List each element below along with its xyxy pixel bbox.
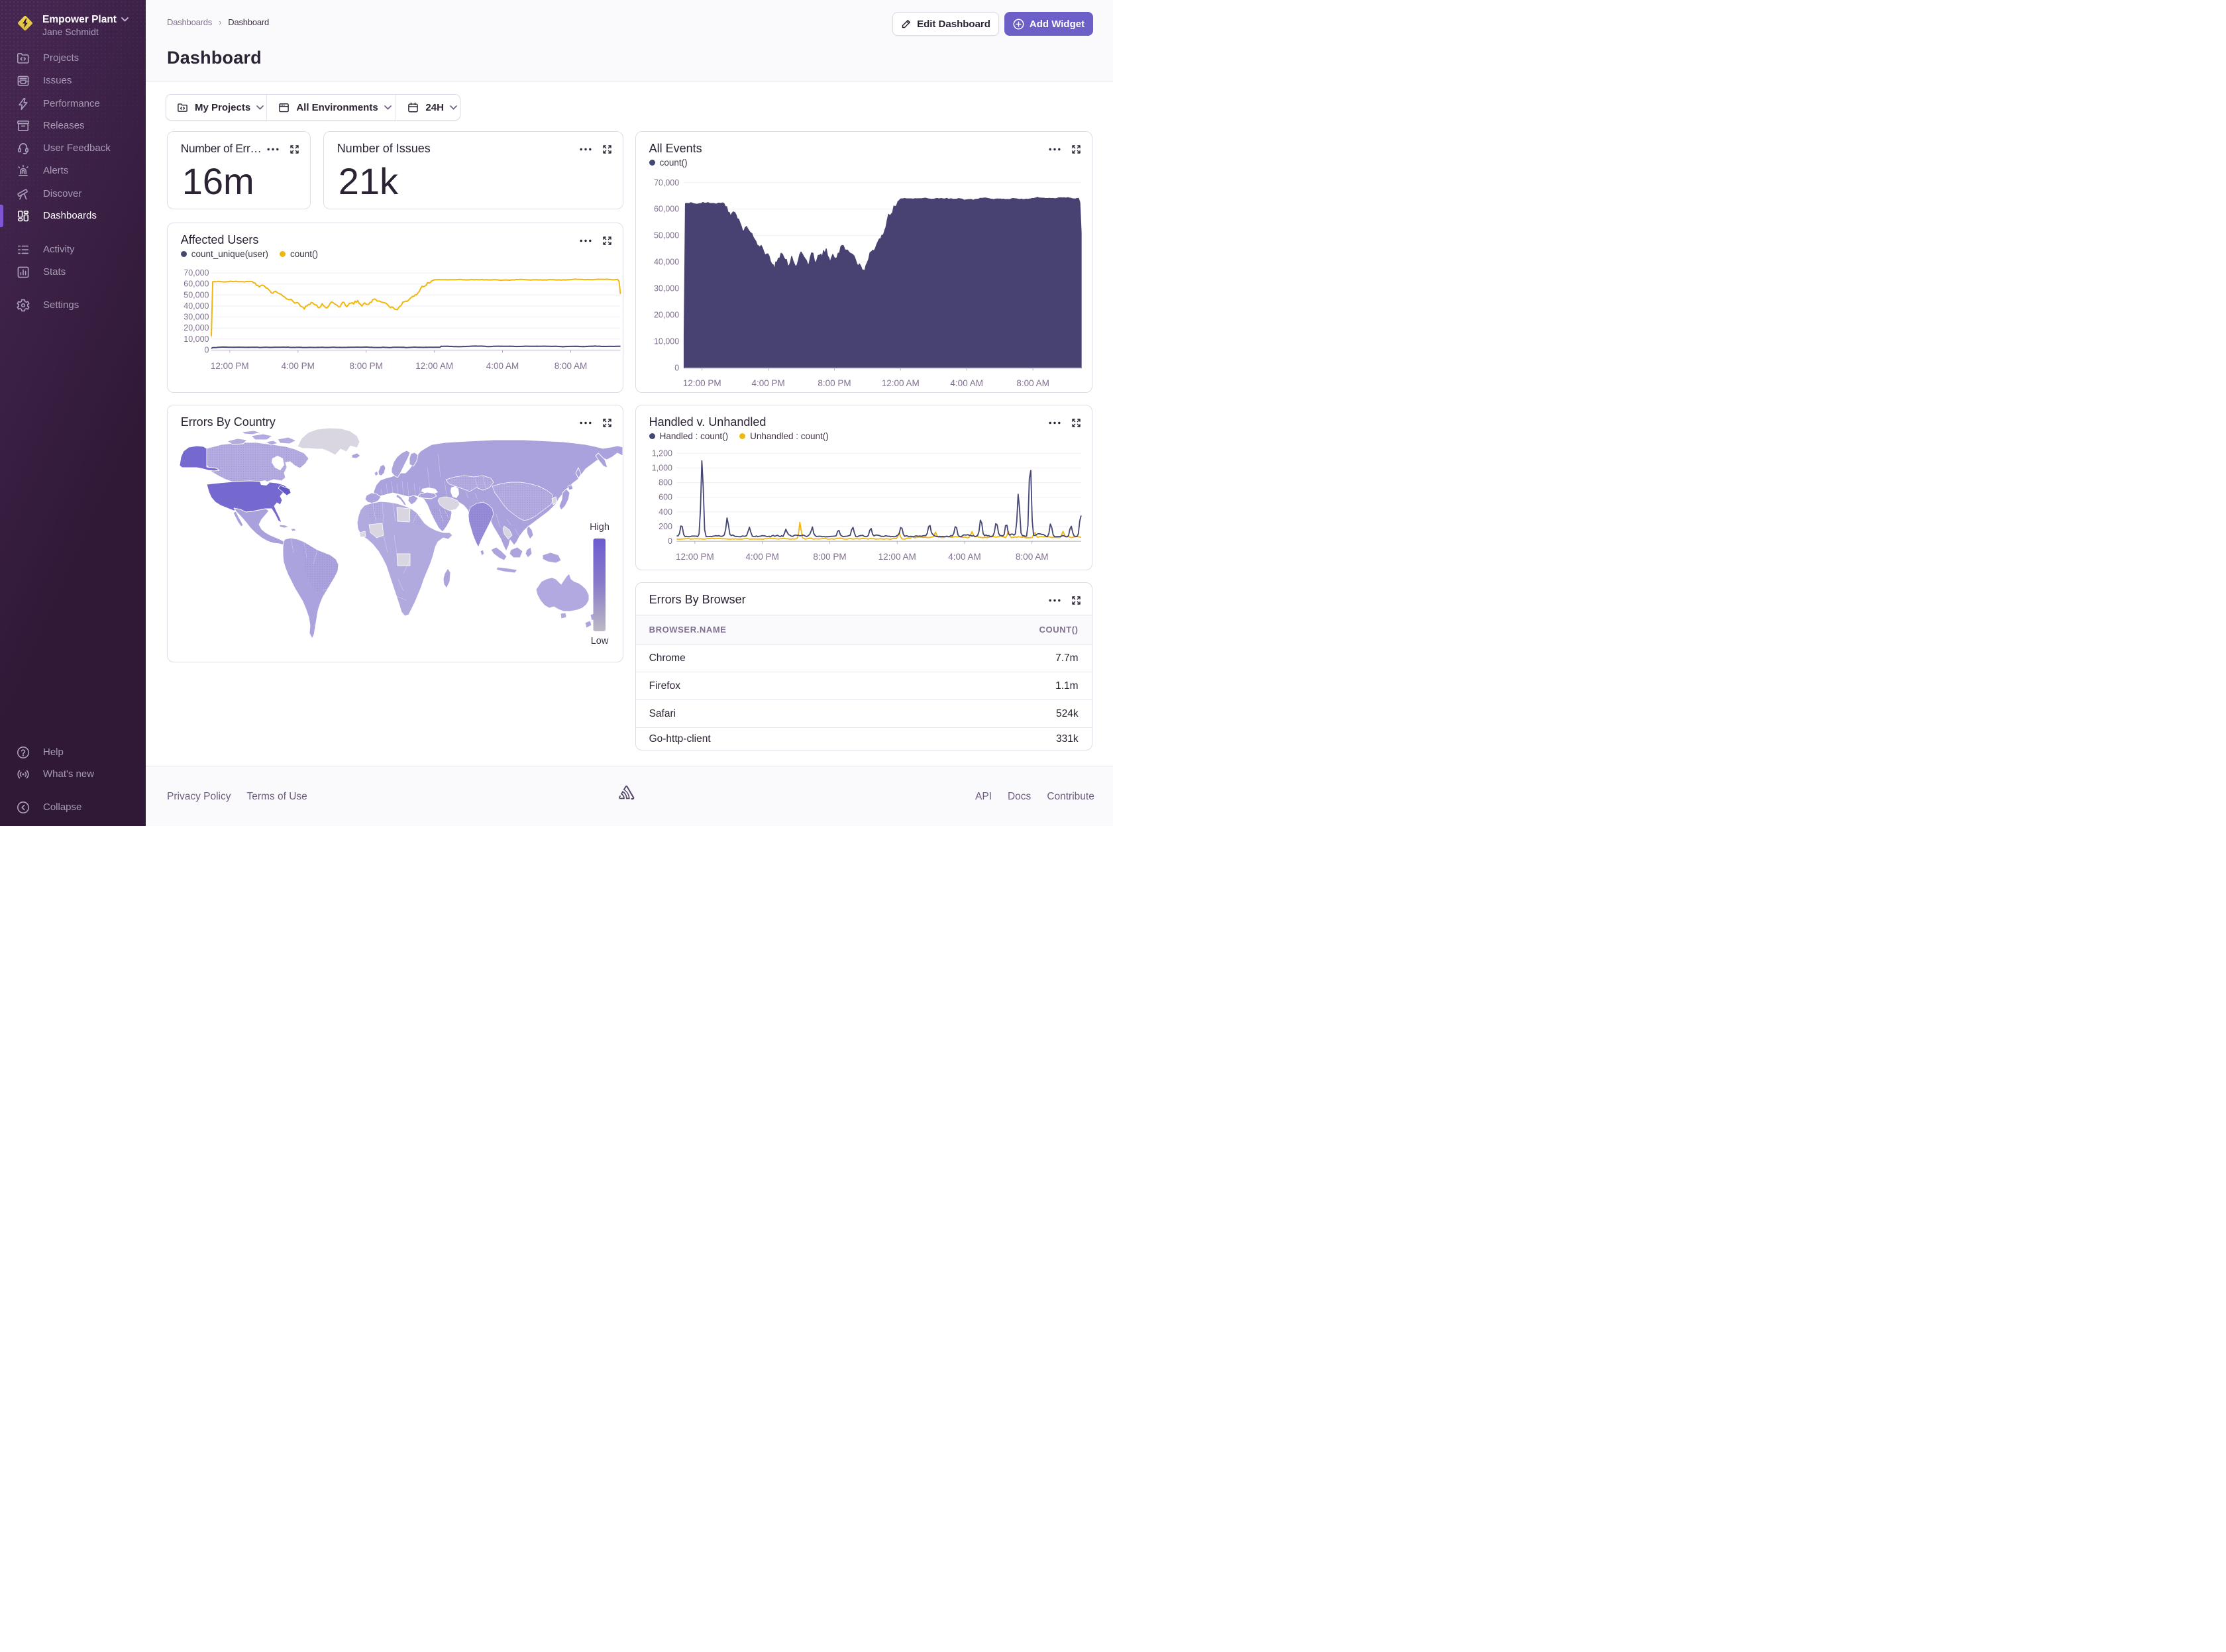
svg-text:1,200: 1,200 xyxy=(651,448,672,458)
svg-text:8:00 PM: 8:00 PM xyxy=(813,552,846,562)
svg-text:50,000: 50,000 xyxy=(184,290,209,299)
svg-text:0: 0 xyxy=(204,345,209,354)
svg-text:4:00 PM: 4:00 PM xyxy=(745,552,778,562)
svg-text:600: 600 xyxy=(659,492,672,501)
svg-text:12:00 AM: 12:00 AM xyxy=(878,552,916,562)
svg-text:4:00 AM: 4:00 AM xyxy=(948,552,981,562)
svg-text:400: 400 xyxy=(659,507,672,516)
svg-text:40,000: 40,000 xyxy=(654,257,679,266)
svg-text:60,000: 60,000 xyxy=(184,279,209,288)
svg-text:1,000: 1,000 xyxy=(651,463,672,472)
svg-text:10,000: 10,000 xyxy=(654,336,679,346)
svg-text:60,000: 60,000 xyxy=(654,204,679,213)
svg-text:12:00 AM: 12:00 AM xyxy=(415,361,453,371)
svg-text:8:00 PM: 8:00 PM xyxy=(349,361,382,371)
svg-text:4:00 AM: 4:00 AM xyxy=(486,361,519,371)
svg-text:8:00 AM: 8:00 AM xyxy=(1016,552,1049,562)
svg-text:4:00 PM: 4:00 PM xyxy=(751,378,784,388)
svg-text:30,000: 30,000 xyxy=(654,284,679,293)
svg-text:200: 200 xyxy=(659,522,672,531)
svg-text:4:00 PM: 4:00 PM xyxy=(281,361,314,371)
svg-text:20,000: 20,000 xyxy=(184,323,209,333)
svg-text:10,000: 10,000 xyxy=(184,334,209,343)
svg-text:70,000: 70,000 xyxy=(654,178,679,187)
svg-text:800: 800 xyxy=(659,478,672,487)
svg-text:Low: Low xyxy=(590,636,608,646)
svg-text:40,000: 40,000 xyxy=(184,301,209,311)
svg-text:70,000: 70,000 xyxy=(184,268,209,278)
svg-text:8:00 AM: 8:00 AM xyxy=(1016,378,1049,388)
svg-text:0: 0 xyxy=(668,537,672,546)
svg-text:50,000: 50,000 xyxy=(654,231,679,240)
svg-text:8:00 PM: 8:00 PM xyxy=(818,378,851,388)
svg-text:4:00 AM: 4:00 AM xyxy=(950,378,983,388)
svg-text:12:00 PM: 12:00 PM xyxy=(676,552,714,562)
svg-text:12:00 AM: 12:00 AM xyxy=(881,378,919,388)
svg-text:30,000: 30,000 xyxy=(184,312,209,321)
svg-text:20,000: 20,000 xyxy=(654,310,679,319)
svg-text:12:00 PM: 12:00 PM xyxy=(211,361,249,371)
svg-text:0: 0 xyxy=(674,363,679,372)
svg-text:12:00 PM: 12:00 PM xyxy=(682,378,721,388)
svg-text:High: High xyxy=(590,522,610,533)
svg-text:8:00 AM: 8:00 AM xyxy=(554,361,587,371)
